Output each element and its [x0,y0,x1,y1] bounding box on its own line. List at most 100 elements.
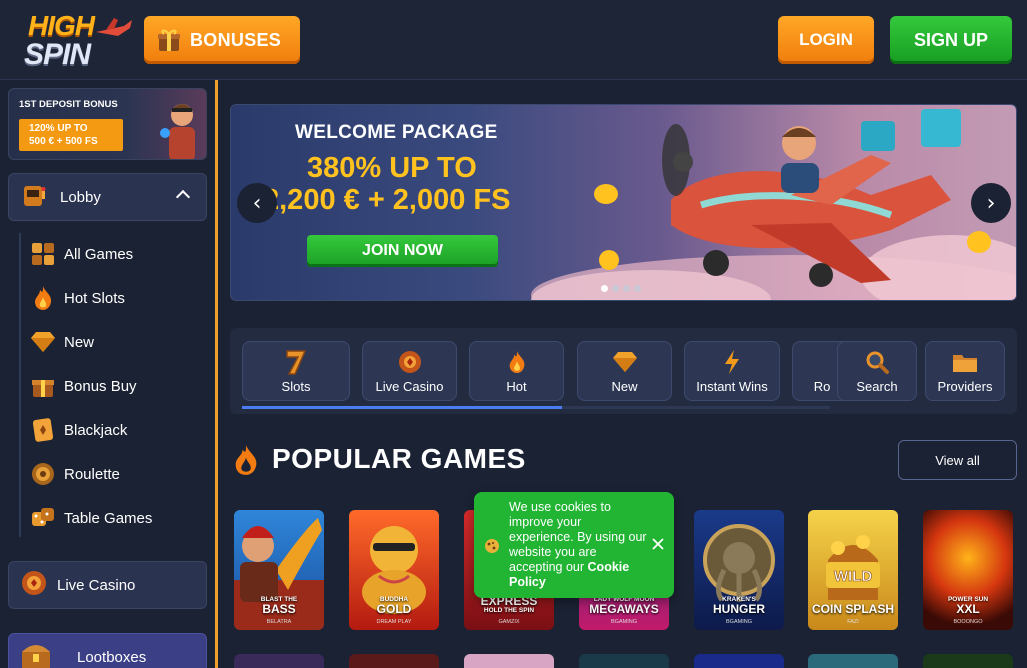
flame-icon [30,285,56,311]
sidebar-live-casino[interactable]: Live Casino [8,561,207,609]
banner-prev-arrow[interactable]: ‹ [237,183,277,223]
sidebar-lootboxes[interactable]: Lootboxes [8,633,207,668]
roulette-icon [809,349,835,375]
lightning-icon [719,349,745,375]
join-now-button[interactable]: JOIN NOW [307,235,498,267]
search-icon [864,349,890,375]
category-new[interactable]: New [577,341,672,401]
sidebar-item-bonus-buy[interactable]: Bonus Buy [30,369,137,403]
all-games-icon [30,241,56,267]
sidebar-item-table-games[interactable]: Table Games [30,501,152,535]
game-card-row2[interactable] [808,654,898,668]
game-title: BLAST THE BASS [260,596,298,616]
slide-dot-4[interactable] [634,285,641,292]
plane-icon [96,18,132,36]
cookie-text: We use cookies to improve your experienc… [509,500,647,589]
folder-icon [952,349,978,375]
game-card-coin-splash[interactable]: WILD COIN SPLASH FAZI [808,510,898,630]
sidebar-item-label: New [64,333,95,351]
game-card-krakens-hunger[interactable]: KRAKEN'S HUNGER BGAMING [694,510,784,630]
login-button[interactable]: LOGIN [778,16,874,64]
game-title: EXPRESS HOLD THE SPIN [480,594,538,614]
slide-dot-2[interactable] [612,285,619,292]
cookie-icon [485,539,499,553]
top-header: HIGH SPIN BONUSES LOGIN SIGN UP [0,0,1027,80]
roulette-icon [30,461,56,487]
game-card-power-sun-xxl[interactable]: POWER SUN XXL BOOONGO [923,510,1013,630]
category-label: Hot [506,378,527,394]
lobby-toggle[interactable]: Lobby [8,173,207,221]
promo-line-2: 500 € + 500 FS [29,136,98,147]
banner-subtitle: WELCOME PACKAGE [295,122,498,143]
game-card-row2[interactable] [234,654,324,668]
dice-icon [30,505,56,531]
game-card-row2[interactable] [349,654,439,668]
sidebar-item-label: Blackjack [64,421,128,439]
category-hot[interactable]: Hot [469,341,564,401]
sidebar: 1ST DEPOSIT BONUS 120% UP TO 500 € + 500… [0,80,218,668]
sidebar-item-all-games[interactable]: All Games [30,237,133,271]
sidebar-item-label: Table Games [64,509,153,527]
game-provider: GAMZIX [498,619,520,625]
sidebar-item-new[interactable]: New [30,325,94,359]
category-scroll-thumb[interactable] [242,406,562,409]
game-title: KRAKEN'S HUNGER [712,596,765,616]
game-title: POWER SUN XXL [947,596,989,616]
game-card-row2[interactable] [579,654,669,668]
category-label: Live Casino [375,378,444,394]
game-title: COIN SPLASH [811,602,894,616]
game-card-row2[interactable] [923,654,1013,668]
signup-button[interactable]: SIGN UP [890,16,1012,64]
game-card-blast-the-bass[interactable]: BLAST THE BASS BELATRA [234,510,324,630]
live-casino-label: Live Casino [57,576,136,594]
site-logo[interactable]: HIGH SPIN [14,8,132,72]
category-slots[interactable]: Slots [242,341,350,401]
view-all-button[interactable]: View all [898,440,1017,480]
bonuses-button[interactable]: BONUSES [144,16,300,64]
sidebar-item-hot-slots[interactable]: Hot Slots [30,281,125,315]
game-title: LADY WOLF MOON MEGAWAYS [589,596,659,616]
logo-word-spin: SPIN [24,38,91,71]
category-label: Slots [281,378,311,394]
pilot-mascot-image [160,104,195,159]
welcome-banner: WELCOME PACKAGE 380% UP TO 2,200 € + 2,0… [230,104,1017,301]
promo-offer: 120% UP TO 500 € + 500 FS [19,119,123,151]
game-card-buddha-gold[interactable]: BUDDHA GOLD DREAM PLAY [349,510,439,630]
category-search[interactable]: Search [837,341,917,401]
sidebar-item-roulette[interactable]: Roulette [30,457,120,491]
lobby-label: Lobby [60,188,101,206]
chip-icon [397,349,423,375]
sidebar-item-label: Hot Slots [64,289,125,307]
first-deposit-promo[interactable]: 1ST DEPOSIT BONUS 120% UP TO 500 € + 500… [8,88,207,160]
slot-machine-icon [21,182,47,213]
lobby-submenu-line [19,233,21,537]
sidebar-item-blackjack[interactable]: Blackjack [30,413,127,447]
diamond-icon [30,329,56,355]
sidebar-item-label: Bonus Buy [64,377,137,395]
category-bar: Slots Live Casino Hot New Instant Wins R… [230,328,1017,414]
category-label: Search [856,378,898,394]
slide-dot-3[interactable] [623,285,630,292]
banner-pagination [601,285,641,292]
lootboxes-label: Lootboxes [77,648,147,666]
promo-title: 1ST DEPOSIT BONUS [19,99,118,110]
treasure-chest-icon [19,638,53,668]
banner-next-arrow[interactable]: › [971,183,1011,223]
category-label: New [611,378,638,394]
category-live-casino[interactable]: Live Casino [362,341,457,401]
gift-icon [156,27,182,53]
slide-dot-1[interactable] [601,285,608,292]
bonuses-label: BONUSES [190,29,282,50]
category-label: Providers [937,378,993,394]
banner-headline-2: 2,200 € + 2,000 FS [263,184,511,216]
category-instant-wins[interactable]: Instant Wins [684,341,780,401]
close-icon[interactable] [650,536,666,552]
diamond-icon [612,349,638,375]
game-card-row2[interactable] [694,654,784,668]
category-providers[interactable]: Providers [925,341,1005,401]
game-card-row2[interactable] [464,654,554,668]
svg-text:WILD: WILD [834,568,872,585]
cookie-notice: We use cookies to improve your experienc… [474,492,674,598]
chevron-up-icon [175,189,191,205]
category-label: Ro [813,378,831,394]
